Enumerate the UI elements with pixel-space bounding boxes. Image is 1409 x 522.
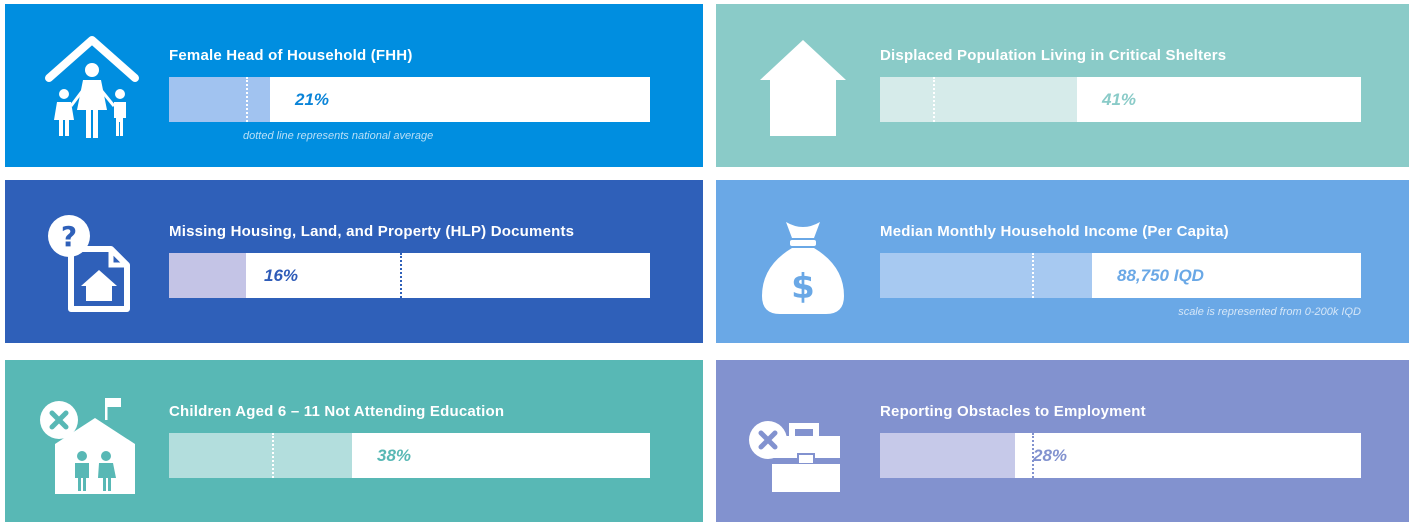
indicator-bar-fill — [169, 433, 352, 478]
indicator-value: 88,750 IQD — [1117, 266, 1204, 285]
bar-footnote: dotted line represents national average — [243, 130, 434, 142]
indicator-bar-fill — [880, 433, 1015, 478]
indicator-value: 38% — [377, 446, 412, 465]
children-school-icon — [37, 384, 147, 499]
indicator-value: 16% — [264, 266, 299, 285]
indicator-bar-fill — [169, 77, 270, 122]
bar-footnote: scale is represented from 0-200k IQD — [1178, 306, 1361, 318]
briefcase-icon — [748, 384, 858, 499]
indicator-card-fhh: Female Head of Household (FHH) 21% dotte… — [5, 4, 703, 167]
indicator-value: 28% — [1033, 446, 1068, 465]
indicator-bar-fill — [880, 253, 1092, 298]
indicator-card-employment-obstacles: Reporting Obstacles to Employment 28% — [716, 360, 1409, 522]
indicator-value: 21% — [295, 90, 330, 109]
card-title: Reporting Obstacles to Employment — [880, 403, 1146, 420]
national-average-marker — [400, 253, 402, 298]
national-average-marker — [1032, 253, 1034, 298]
indicator-bar: 38% — [169, 433, 650, 478]
indicator-value: 41% — [1102, 90, 1137, 109]
money-bag-icon: $ — [748, 204, 858, 319]
national-average-marker — [933, 77, 935, 122]
card-title: Displaced Population Living in Critical … — [880, 47, 1227, 64]
indicator-card-median-income: $ Median Monthly Household Income (Per C… — [716, 180, 1409, 343]
national-average-marker — [246, 77, 248, 122]
indicator-card-hlp-documents: ? Missing Housing, Land, and Property (H… — [5, 180, 703, 343]
card-title: Median Monthly Household Income (Per Cap… — [880, 223, 1229, 240]
indicator-bar-fill — [880, 77, 1077, 122]
svg-text:$: $ — [791, 267, 815, 307]
house-icon — [748, 28, 858, 143]
indicator-bar: 41% — [880, 77, 1361, 122]
indicator-bar-fill — [169, 253, 246, 298]
indicator-card-critical-shelters: Displaced Population Living in Critical … — [716, 4, 1409, 167]
indicator-bar: 28% — [880, 433, 1361, 478]
family-home-icon — [37, 28, 147, 143]
indicator-bar: 21% — [169, 77, 650, 122]
card-title: Missing Housing, Land, and Property (HLP… — [169, 223, 575, 240]
missing-document-icon: ? — [37, 204, 147, 319]
indicator-card-children-education: Children Aged 6 – 11 Not Attending Educa… — [5, 360, 703, 522]
svg-text:?: ? — [61, 220, 77, 253]
national-average-marker — [272, 433, 274, 478]
indicator-bar: 88,750 IQD — [880, 253, 1361, 298]
card-title: Children Aged 6 – 11 Not Attending Educa… — [169, 403, 505, 420]
indicator-bar: 16% — [169, 253, 650, 298]
card-title: Female Head of Household (FHH) — [169, 47, 413, 64]
